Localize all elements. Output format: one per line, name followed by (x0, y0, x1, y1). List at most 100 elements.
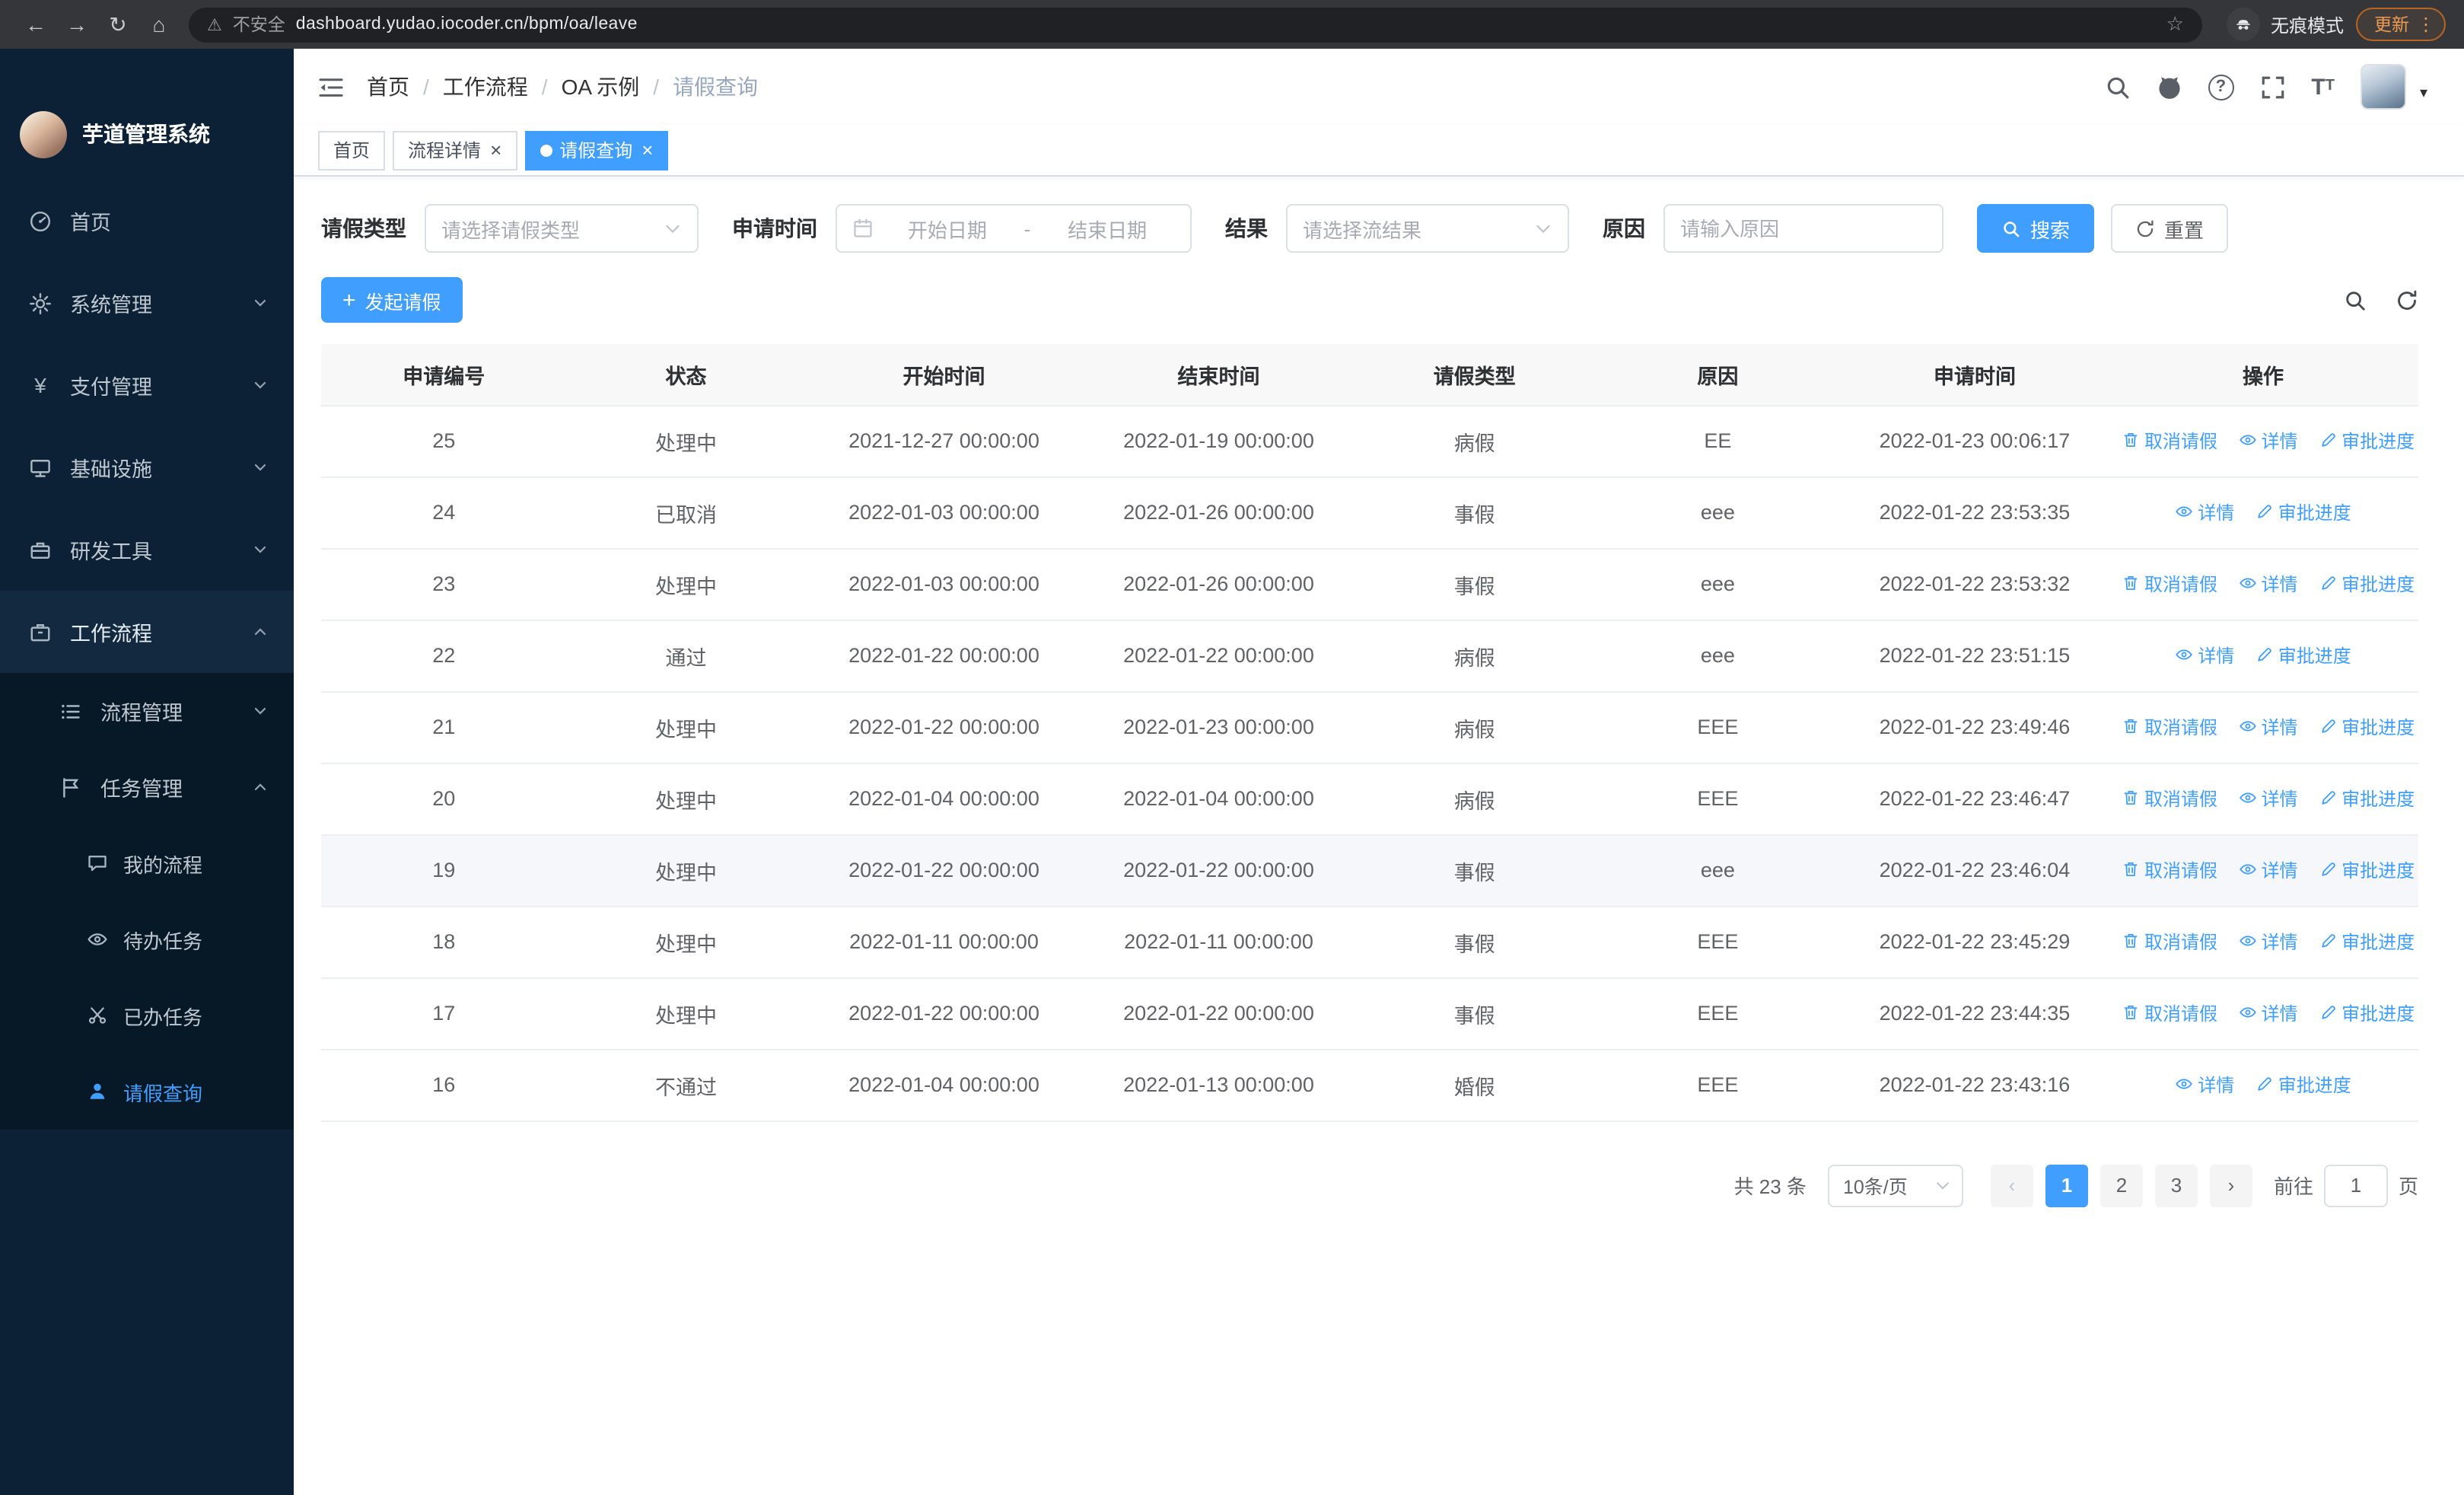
approval-progress-button[interactable]: 审批进度 (2319, 929, 2415, 955)
sidebar-item-todo-tasks[interactable]: 待办任务 (0, 901, 294, 977)
sidebar-item-infrastructure[interactable]: 基础设施 (0, 426, 294, 508)
sidebar-item-process-mgmt[interactable]: 流程管理 (0, 673, 294, 749)
sidebar-item-dev-tools[interactable]: 研发工具 (0, 508, 294, 591)
op-label: 详情 (2198, 502, 2235, 524)
page-size-select[interactable]: 10条/页 (1827, 1164, 1963, 1207)
sidebar-item-label: 基础设施 (70, 458, 152, 481)
op-label: 详情 (2261, 788, 2298, 810)
detail-button[interactable]: 详情 (2239, 428, 2298, 454)
sidebar-item-system-mgmt[interactable]: 系统管理 (0, 262, 294, 344)
breadcrumb-item[interactable]: 首页 (367, 72, 409, 102)
help-icon[interactable]: ? (2208, 74, 2234, 100)
approval-progress-button[interactable]: 审批进度 (2319, 857, 2415, 883)
font-size-icon[interactable]: TT (2311, 75, 2335, 98)
goto-page-input[interactable] (2323, 1164, 2388, 1207)
cancel-leave-button[interactable]: 取消请假 (2122, 857, 2217, 883)
tab-process-detail[interactable]: 流程详情 × (393, 130, 517, 170)
tab-leave-query[interactable]: 请假查询 × (524, 130, 669, 170)
bookmark-star-icon[interactable]: ☆ (2166, 12, 2184, 37)
result-select[interactable]: 请选择流结果 (1286, 204, 1569, 253)
sidebar-item-task-mgmt[interactable]: 任务管理 (0, 749, 294, 825)
close-icon[interactable]: × (490, 140, 501, 160)
approval-progress-button[interactable]: 审批进度 (2255, 1072, 2351, 1098)
chevron-down-icon (1534, 219, 1552, 237)
page-button-2[interactable]: 2 (2099, 1164, 2143, 1207)
table-tools (2344, 288, 2418, 311)
approval-progress-button[interactable]: 审批进度 (2255, 642, 2351, 668)
cell-reason: EEE (1593, 1049, 1842, 1121)
reload-icon[interactable]: ↻ (97, 0, 138, 49)
search-toggle-icon[interactable] (2344, 288, 2367, 311)
sidebar-item-my-process[interactable]: 我的流程 (0, 825, 294, 901)
table-row: 22 通过 2022-01-22 00:00:00 2022-01-22 00:… (321, 620, 2418, 692)
menu-dots-icon[interactable]: ⋮ (2417, 14, 2435, 35)
prev-page-button[interactable]: ‹ (1990, 1164, 2033, 1207)
cell-apply-id: 21 (321, 691, 567, 763)
forward-icon[interactable]: → (56, 0, 97, 49)
active-tab-dot (540, 144, 552, 156)
cancel-leave-button[interactable]: 取消请假 (2122, 929, 2217, 955)
table-header-row: 申请编号 状态 开始时间 结束时间 请假类型 原因 申请时间 操作 (321, 344, 2418, 406)
next-page-button[interactable]: › (2209, 1164, 2252, 1207)
fullscreen-icon[interactable] (2259, 74, 2285, 100)
detail-button[interactable]: 详情 (2175, 499, 2234, 525)
reason-input[interactable] (1663, 204, 1944, 253)
user-avatar[interactable] (2360, 64, 2406, 110)
detail-button[interactable]: 详情 (2239, 857, 2298, 883)
approval-progress-button[interactable]: 审批进度 (2319, 571, 2415, 597)
refresh-icon[interactable] (2396, 288, 2418, 311)
detail-button[interactable]: 详情 (2239, 929, 2298, 955)
close-icon[interactable]: × (641, 140, 653, 160)
search-button[interactable]: 搜索 (1977, 204, 2095, 253)
logo-image (20, 110, 67, 158)
sidebar-item-payment-mgmt[interactable]: ¥ 支付管理 (0, 344, 294, 426)
cancel-leave-button[interactable]: 取消请假 (2122, 1000, 2217, 1026)
approval-progress-button[interactable]: 审批进度 (2319, 428, 2415, 454)
back-icon[interactable]: ← (15, 0, 56, 49)
sidebar-item-home[interactable]: 首页 (0, 180, 294, 262)
detail-button[interactable]: 详情 (2239, 1000, 2298, 1026)
search-icon[interactable] (2104, 74, 2130, 100)
eye-icon (2176, 649, 2193, 661)
page-button-1[interactable]: 1 (2045, 1164, 2088, 1207)
breadcrumb-item[interactable]: OA 示例 (542, 72, 640, 102)
cell-apply-time: 2022-01-22 23:46:04 (1841, 834, 2108, 907)
detail-button[interactable]: 详情 (2239, 571, 2298, 597)
leave-type-select[interactable]: 请选择请假类型 (425, 204, 699, 253)
chrome-update-button[interactable]: 更新 ⋮ (2356, 8, 2446, 41)
browser-toolbar: ← → ↻ ⌂ ⚠ 不安全 dashboard.yudao.iocoder.cn… (0, 0, 2464, 49)
detail-button[interactable]: 详情 (2175, 1072, 2234, 1098)
home-icon[interactable]: ⌂ (138, 0, 180, 49)
cell-start-time: 2022-01-11 00:00:00 (805, 906, 1083, 978)
approval-progress-button[interactable]: 审批进度 (2319, 786, 2415, 811)
filter-bar: 请假类型 请选择请假类型 申请时间 开始日期 - 结束日期 结果 请选择流结果 … (321, 204, 2418, 253)
approval-progress-button[interactable]: 审批进度 (2255, 499, 2351, 525)
detail-button[interactable]: 详情 (2175, 642, 2234, 668)
approval-progress-button[interactable]: 审批进度 (2319, 714, 2415, 740)
detail-button[interactable]: 详情 (2239, 714, 2298, 740)
cancel-leave-button[interactable]: 取消请假 (2122, 571, 2217, 597)
cell-reason: eee (1593, 548, 1842, 620)
address-bar[interactable]: ⚠ 不安全 dashboard.yudao.iocoder.cn/bpm/oa/… (189, 7, 2202, 42)
github-icon[interactable] (2156, 74, 2182, 100)
op-label: 详情 (2261, 716, 2298, 738)
detail-button[interactable]: 详情 (2239, 786, 2298, 811)
sidebar-item-leave-query[interactable]: 请假查询 (0, 1054, 294, 1130)
hamburger-icon[interactable] (318, 75, 344, 98)
cancel-leave-button[interactable]: 取消请假 (2122, 714, 2217, 740)
page-button-3[interactable]: 3 (2154, 1164, 2198, 1207)
sidebar-item-label: 待办任务 (123, 929, 203, 952)
reset-button[interactable]: 重置 (2111, 204, 2229, 253)
breadcrumb-item[interactable]: 工作流程 (423, 72, 528, 102)
create-leave-button[interactable]: + 发起请假 (321, 277, 463, 323)
cancel-leave-button[interactable]: 取消请假 (2122, 786, 2217, 811)
sidebar-item-done-tasks[interactable]: 已办任务 (0, 977, 294, 1054)
cancel-leave-button[interactable]: 取消请假 (2122, 428, 2217, 454)
tab-home[interactable]: 首页 (318, 130, 386, 170)
date-range-picker[interactable]: 开始日期 - 结束日期 (836, 204, 1192, 253)
caret-down-icon[interactable]: ▾ (2420, 85, 2427, 110)
sidebar-item-workflow[interactable]: 工作流程 (0, 591, 294, 673)
approval-progress-button[interactable]: 审批进度 (2319, 1000, 2415, 1026)
url-text: dashboard.yudao.iocoder.cn/bpm/oa/leave (295, 15, 638, 33)
op-label: 详情 (2261, 931, 2298, 953)
